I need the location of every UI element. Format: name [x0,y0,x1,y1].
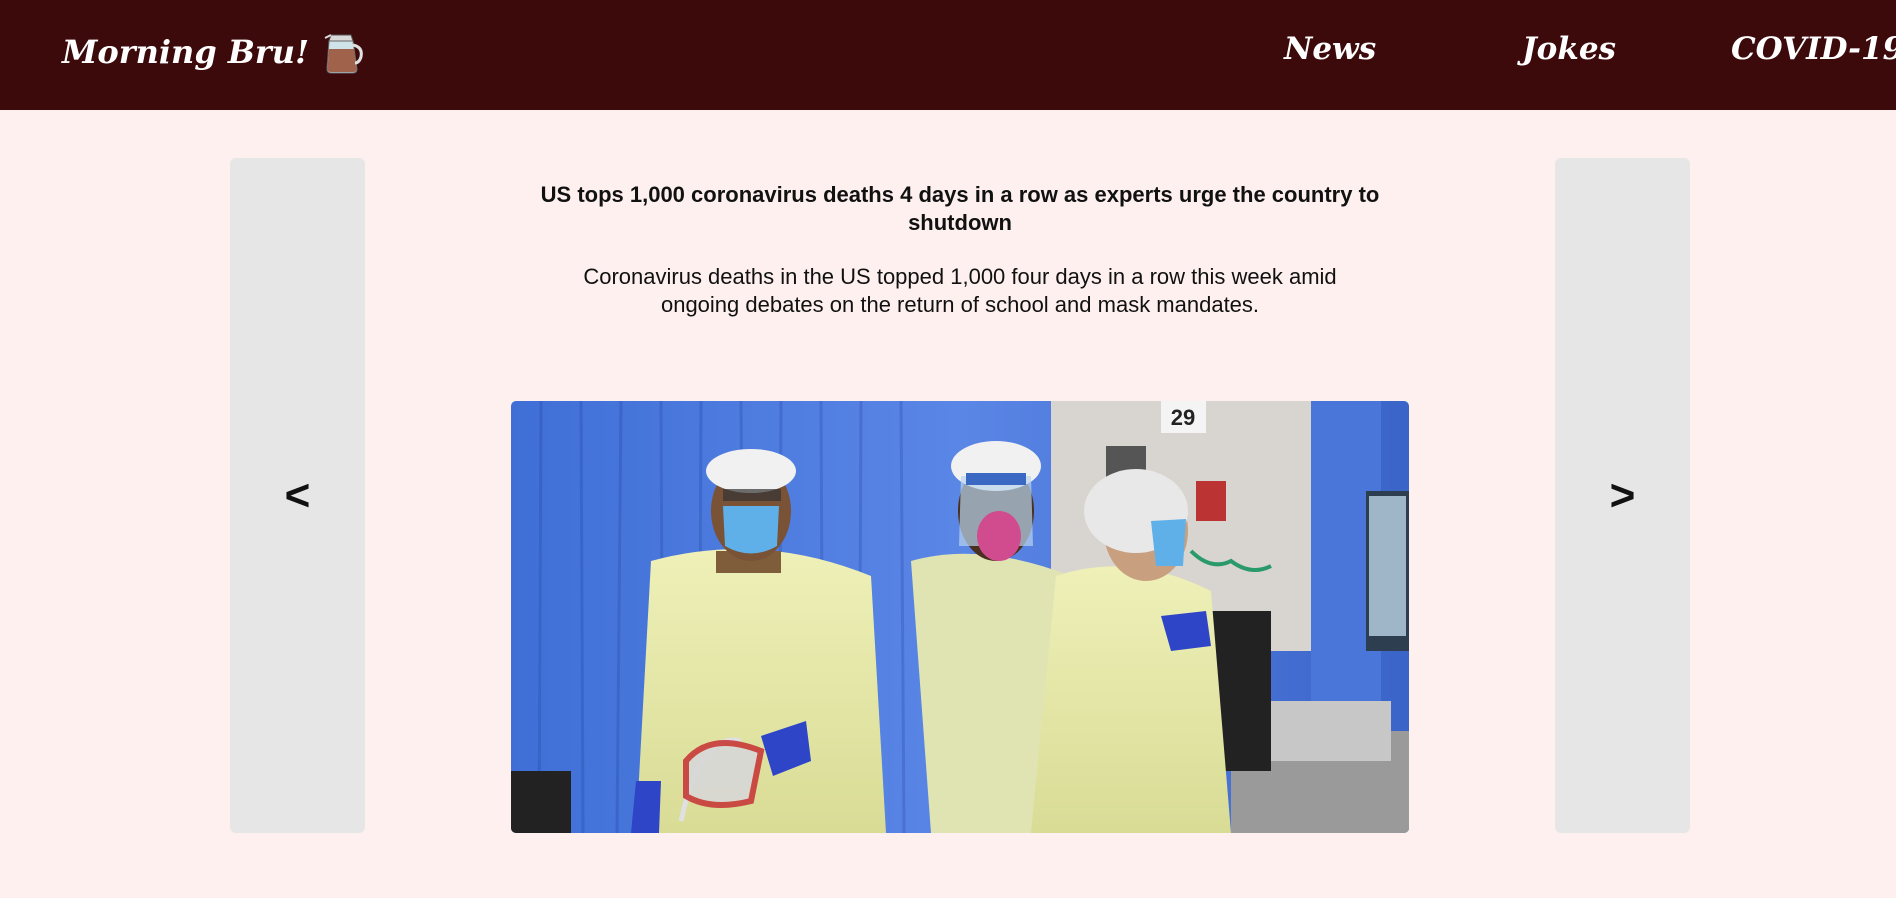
nav-link-news[interactable]: News [1284,31,1376,67]
coffee-pot-icon [321,29,365,75]
brand-name: Morning Bru! [62,33,310,71]
carousel-next-button[interactable]: > [1555,158,1690,833]
room-number-sign: 29 [1171,405,1195,430]
nav-link-covid-19[interactable]: COVID-19 [1731,31,1896,67]
carousel-prev-button[interactable]: < [230,158,365,833]
nav-link-jokes[interactable]: Jokes [1522,31,1616,67]
article-title[interactable]: US tops 1,000 coronavirus deaths 4 days … [511,181,1409,237]
article-summary: Coronavirus deaths in the US topped 1,00… [583,264,1337,317]
article-photo[interactable]: 29 [511,401,1409,833]
brand-logo[interactable]: Morning Bru! [62,29,365,75]
next-arrow-label: > [1609,470,1636,520]
article-card: US tops 1,000 coronavirus deaths 4 days … [511,181,1409,319]
prev-arrow-label: < [284,470,311,520]
top-navbar: Morning Bru! News Jokes COVID-19 [0,0,1896,110]
